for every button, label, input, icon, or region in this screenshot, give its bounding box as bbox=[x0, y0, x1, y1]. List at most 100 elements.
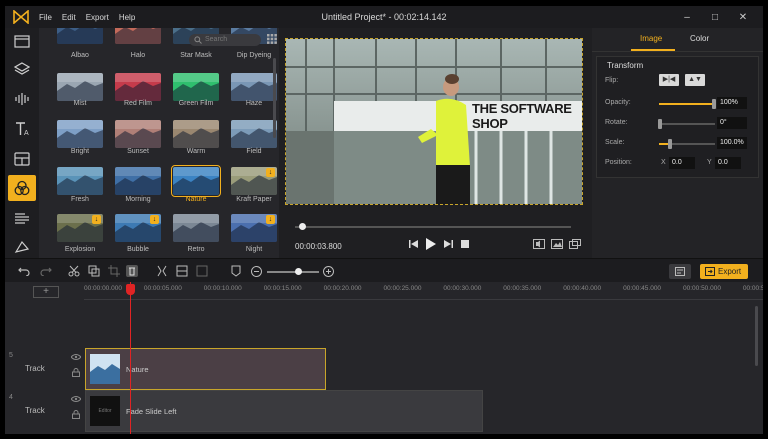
filter-thumbnail[interactable] bbox=[57, 73, 103, 101]
zoom-slider[interactable] bbox=[267, 268, 319, 275]
rail-media[interactable] bbox=[8, 28, 36, 54]
filter-thumbnail[interactable]: ↓ bbox=[231, 167, 277, 195]
undo-icon[interactable] bbox=[17, 265, 31, 277]
close-icon[interactable]: ✕ bbox=[729, 12, 757, 23]
rail-audio[interactable] bbox=[8, 86, 36, 112]
lock-icon[interactable] bbox=[72, 410, 80, 419]
track-number: 5 bbox=[9, 352, 13, 359]
prev-frame-icon[interactable] bbox=[409, 240, 418, 250]
seek-bar[interactable] bbox=[295, 223, 571, 230]
filter-label: Nature bbox=[185, 196, 207, 203]
scale-slider[interactable] bbox=[659, 139, 715, 149]
rotate-slider-handle[interactable] bbox=[658, 119, 662, 129]
rail-text[interactable]: A bbox=[8, 116, 36, 142]
opacity-value[interactable]: 100% bbox=[717, 97, 747, 109]
minimize-icon[interactable]: – bbox=[673, 12, 701, 23]
playback-controls bbox=[405, 238, 473, 252]
search-input[interactable]: Search bbox=[189, 34, 261, 46]
seek-handle[interactable] bbox=[299, 223, 307, 230]
filter-thumbnail[interactable] bbox=[173, 73, 219, 101]
clip-nature[interactable]: Nature bbox=[85, 348, 326, 390]
tab-image[interactable]: Image bbox=[640, 34, 662, 43]
fullscreen-icon[interactable] bbox=[569, 239, 581, 251]
play-icon[interactable] bbox=[426, 238, 436, 252]
rail-transitions[interactable] bbox=[8, 206, 36, 232]
download-icon[interactable]: ↓ bbox=[92, 215, 101, 224]
video-preview[interactable]: THE SOFTWARE SHOP bbox=[285, 38, 583, 205]
stop-icon[interactable] bbox=[461, 240, 469, 250]
filter-thumbnail[interactable] bbox=[115, 73, 161, 101]
redo-icon[interactable] bbox=[39, 265, 53, 277]
render-settings-button[interactable] bbox=[669, 264, 691, 279]
scale-label: Scale: bbox=[605, 139, 625, 146]
download-icon[interactable]: ↓ bbox=[150, 215, 159, 224]
filter-thumbnail[interactable]: ↓ bbox=[57, 214, 103, 242]
next-frame-icon[interactable] bbox=[444, 240, 453, 250]
copy-icon[interactable] bbox=[87, 265, 101, 277]
detach-audio-icon[interactable] bbox=[175, 265, 189, 277]
scale-value[interactable]: 100.0% bbox=[717, 137, 747, 149]
export-button[interactable]: Export bbox=[700, 264, 748, 279]
filter-thumbnail[interactable] bbox=[171, 165, 221, 197]
ruler-tick: 00:00:05.000 bbox=[143, 285, 182, 292]
position-y-field[interactable]: 0.0 bbox=[715, 157, 741, 169]
delete-icon[interactable] bbox=[125, 265, 139, 277]
flip-horizontal-button[interactable]: ▶|◀ bbox=[659, 74, 679, 86]
marker-icon[interactable] bbox=[229, 265, 243, 277]
rail-filters[interactable] bbox=[8, 175, 36, 201]
export-label: Export bbox=[718, 267, 742, 276]
playhead[interactable] bbox=[130, 282, 131, 434]
flip-vertical-button[interactable]: ▲▼ bbox=[685, 74, 705, 86]
lock-icon[interactable] bbox=[72, 368, 80, 377]
zoom-in-icon[interactable] bbox=[321, 265, 335, 277]
filter-thumbnail[interactable] bbox=[115, 28, 161, 44]
split-icon[interactable] bbox=[67, 265, 81, 277]
download-icon[interactable]: ↓ bbox=[266, 215, 275, 224]
filter-thumbnail[interactable] bbox=[173, 120, 219, 148]
time-ruler[interactable]: 00:00:00.000 00:00:05.000 00:00:10.000 00:0… bbox=[84, 282, 763, 300]
position-x-field[interactable]: 0.0 bbox=[669, 157, 695, 169]
rail-layers[interactable] bbox=[8, 56, 36, 82]
maximize-icon[interactable]: □ bbox=[701, 12, 729, 23]
timeline-scrollbar[interactable] bbox=[755, 306, 758, 366]
rail-elements[interactable] bbox=[8, 234, 36, 260]
scale-slider-handle[interactable] bbox=[668, 139, 673, 149]
video-overlay-text[interactable]: THE SOFTWARE SHOP bbox=[472, 101, 582, 131]
filter-thumbnail[interactable] bbox=[173, 214, 219, 242]
render-icon bbox=[675, 267, 685, 276]
download-icon[interactable]: ↓ bbox=[266, 168, 275, 177]
add-track-button[interactable]: + bbox=[33, 286, 59, 298]
opacity-slider[interactable] bbox=[659, 99, 716, 109]
zoom-handle[interactable] bbox=[295, 268, 303, 275]
filter-thumbnail[interactable]: ↓ bbox=[115, 214, 161, 242]
filter-thumbnail[interactable] bbox=[57, 167, 103, 195]
rotate-slider[interactable] bbox=[658, 119, 715, 129]
filter-label: Mist bbox=[73, 100, 87, 107]
position-x-label: X bbox=[661, 159, 666, 166]
zoom-out-icon[interactable] bbox=[249, 265, 263, 277]
freeze-icon[interactable] bbox=[155, 265, 169, 277]
filter-thumbnail[interactable] bbox=[115, 120, 161, 148]
rail-templates[interactable] bbox=[8, 146, 36, 172]
snapshot-icon[interactable] bbox=[551, 239, 563, 251]
filter-thumbnail[interactable] bbox=[231, 73, 277, 101]
filter-thumbnail[interactable] bbox=[57, 28, 103, 44]
filter-thumbnail[interactable] bbox=[115, 167, 161, 195]
crop-icon[interactable] bbox=[107, 265, 121, 277]
filter-thumbnail[interactable] bbox=[57, 120, 103, 148]
opacity-slider-handle[interactable] bbox=[712, 99, 716, 109]
mosaic-icon[interactable] bbox=[195, 265, 209, 277]
clip-fade-slide-left[interactable]: Editor Fade Slide Left bbox=[85, 390, 483, 432]
text-icon: A bbox=[16, 122, 29, 137]
volume-icon[interactable] bbox=[533, 239, 545, 251]
visibility-eye-icon[interactable] bbox=[71, 396, 81, 402]
filter-thumbnail[interactable] bbox=[231, 120, 277, 148]
filter-thumbnail[interactable]: ↓ bbox=[231, 214, 277, 242]
grid-view-icon[interactable] bbox=[267, 34, 277, 44]
transform-heading: Transform bbox=[607, 61, 644, 70]
visibility-eye-icon[interactable] bbox=[71, 354, 81, 360]
library-scrollbar[interactable] bbox=[273, 58, 276, 138]
tab-color[interactable]: Color bbox=[690, 34, 709, 43]
playhead-handle[interactable] bbox=[126, 284, 135, 295]
rotate-value[interactable]: 0° bbox=[717, 117, 747, 129]
